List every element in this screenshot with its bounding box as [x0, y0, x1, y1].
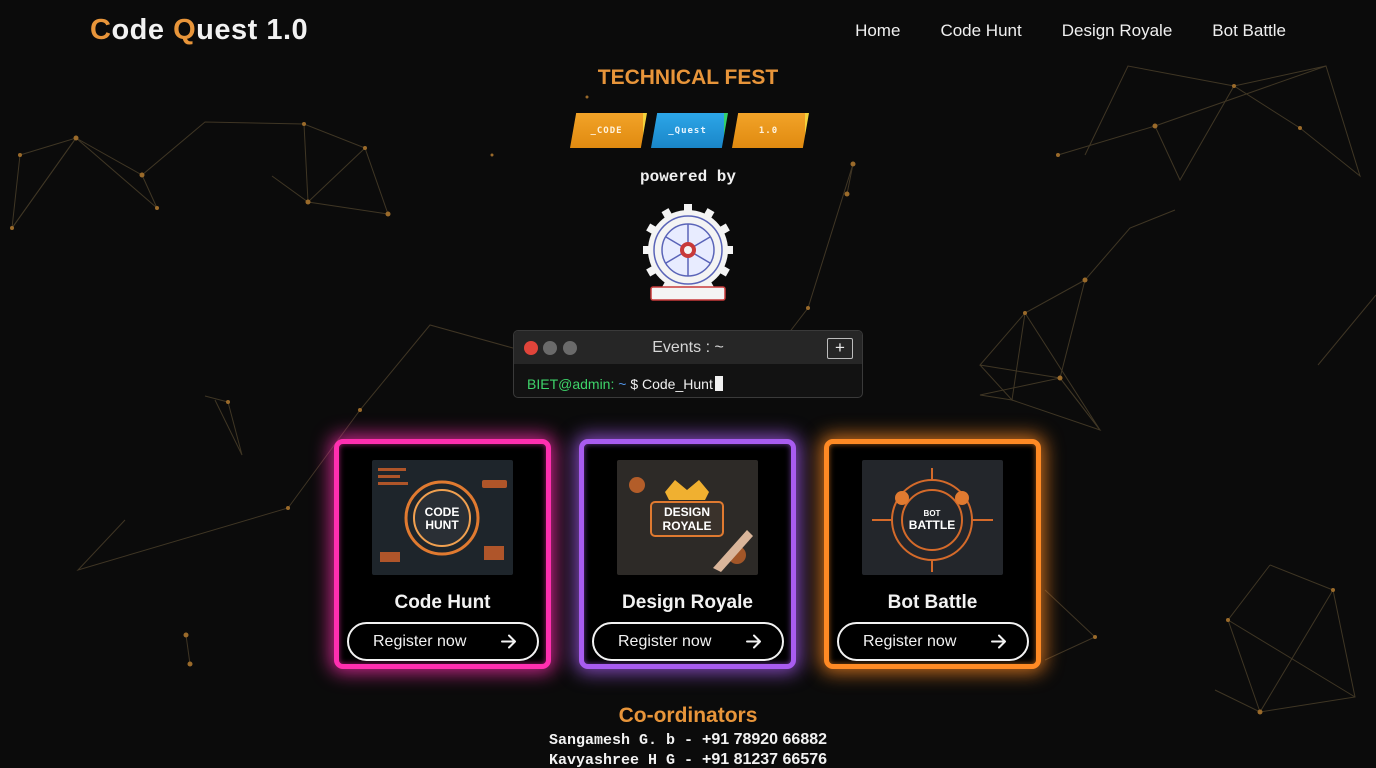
nav-bot-battle[interactable]: Bot Battle	[1212, 21, 1286, 41]
terminal-title: Events : ~	[652, 339, 724, 356]
event-card-design-royale: DESIGN ROYALE Design Royale Register now	[579, 439, 796, 669]
powered-by-label: powered by	[639, 168, 736, 186]
event-badges: _CODE _Quest 1.0	[570, 113, 810, 148]
brand-text-ode: ode	[111, 14, 174, 46]
prompt-command: $ Code_Hunt	[630, 376, 713, 392]
events-terminal: Events : ~ + BIET@admin: ~ $ Code_Hunt	[513, 330, 863, 398]
code-hunt-image-line1: CODE	[425, 505, 460, 519]
badge-quest: _Quest	[651, 113, 728, 148]
design-royale-image-line1: DESIGN	[664, 505, 710, 519]
prompt-user: BIET@admin:	[527, 376, 615, 392]
bot-battle-image-line1: BOT	[924, 509, 941, 518]
terminal-cursor	[714, 376, 723, 391]
nav-code-hunt[interactable]: Code Hunt	[940, 21, 1021, 41]
coordinator-phone[interactable]: +91 78920 66882	[702, 731, 827, 748]
bot-battle-image-line2: BATTLE	[909, 518, 955, 532]
register-label: Register now	[373, 632, 467, 650]
brand-initial-q: Q	[173, 14, 197, 46]
terminal-body: BIET@admin: ~ $ Code_Hunt	[514, 364, 862, 397]
coordinator-phone[interactable]: +91 81237 66576	[702, 751, 827, 768]
card-title-bot-battle: Bot Battle	[887, 592, 978, 613]
nav-design-royale[interactable]: Design Royale	[1062, 21, 1173, 41]
coordinator-name: Sangamesh G. b -	[548, 732, 702, 749]
brand-logo[interactable]: Code Quest 1.0	[90, 14, 308, 47]
coordinator-name: Kavyashree H G -	[548, 752, 702, 768]
arrow-right-icon	[991, 634, 1006, 649]
bot-battle-image: BOT BATTLE	[862, 460, 1003, 575]
register-button-design-royale[interactable]: Register now	[592, 622, 784, 661]
arrow-right-icon	[501, 634, 516, 649]
code-hunt-image-line2: HUNT	[425, 518, 459, 532]
register-label: Register now	[618, 632, 712, 650]
card-title-design-royale: Design Royale	[622, 592, 753, 613]
code-hunt-image: CODE HUNT	[372, 460, 513, 575]
nav-home[interactable]: Home	[855, 21, 900, 41]
badge-version: 1.0	[732, 113, 809, 148]
fest-title: TECHNICAL FEST	[597, 66, 779, 89]
coordinator-row: Kavyashree H G - +91 81237 66576	[0, 751, 1376, 768]
event-card-bot-battle: BOT BATTLE Bot Battle Register now	[824, 439, 1041, 669]
design-royale-image: DESIGN ROYALE	[617, 460, 758, 575]
register-button-code-hunt[interactable]: Register now	[347, 622, 539, 661]
event-card-code-hunt: CODE HUNT Code Hunt Register now	[334, 439, 551, 669]
register-label: Register now	[863, 632, 957, 650]
prompt-path: ~	[618, 376, 627, 392]
brand-initial-c: C	[90, 14, 112, 46]
arrow-right-icon	[746, 634, 761, 649]
brand-text-uest: uest 1.0	[196, 14, 309, 46]
coordinator-row: Sangamesh G. b - +91 78920 66882	[0, 731, 1376, 749]
coordinators-title: Co-ordinators	[618, 704, 758, 727]
card-title-code-hunt: Code Hunt	[394, 592, 491, 613]
plus-icon[interactable]: +	[827, 338, 853, 359]
register-button-bot-battle[interactable]: Register now	[837, 622, 1029, 661]
badge-code: _CODE	[570, 113, 647, 148]
college-seal-logo	[643, 204, 733, 301]
top-nav: Home Code Hunt Design Royale Bot Battle	[855, 21, 1286, 41]
terminal-titlebar: Events : ~ +	[514, 331, 862, 364]
design-royale-image-line2: ROYALE	[663, 519, 712, 533]
